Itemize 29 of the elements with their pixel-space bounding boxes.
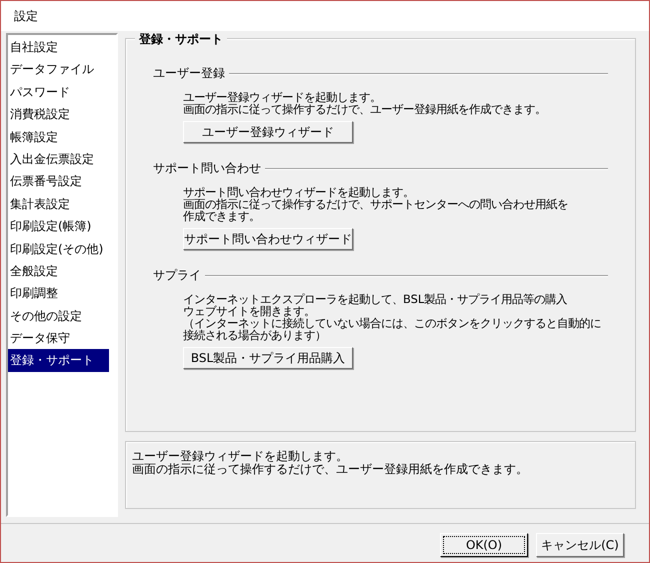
window-title: 設定 xyxy=(14,8,38,24)
dialog-button[interactable]: キャンセル(C) xyxy=(536,533,624,557)
sidebar-item[interactable]: 自社設定 xyxy=(8,36,109,58)
sidebar-item[interactable]: 入出金伝票設定 xyxy=(8,148,109,170)
sidebar-item[interactable]: 印刷設定(帳簿) xyxy=(8,215,109,238)
help-text: ユーザー登録ウィザードを起動します。 画面の指示に従って操作するだけで、ユーザー登録用紙を作成できます。 xyxy=(132,450,529,476)
section-description: ユーザー登録ウィザードを起動します。 画面の指示に従って操作するだけで、ユーザー登録用紙を作成できます。 xyxy=(183,91,547,115)
section-heading: サプライ xyxy=(153,267,201,284)
wizard-button[interactable]: ユーザー登録ウィザード xyxy=(183,121,353,143)
section-description: サポート問い合わせウィザードを起動します。 画面の指示に従って操作するだけで、サポートセンターへの問い合わせ用紙を 作成できます。 xyxy=(183,186,569,222)
group-title: 登録・サポート xyxy=(135,31,227,48)
wizard-button[interactable]: サポート問い合わせウィザード xyxy=(183,228,353,250)
section-heading: ユーザー登録 xyxy=(153,65,225,82)
sidebar-item[interactable]: 帳簿設定 xyxy=(8,126,109,148)
dialog-button[interactable]: OK(O) xyxy=(440,533,528,557)
sidebar-item[interactable]: 集計表設定 xyxy=(8,192,109,216)
sidebar-item[interactable]: データ保守 xyxy=(8,327,109,350)
sidebar-item[interactable]: 全般設定 xyxy=(8,260,109,282)
sidebar-item[interactable]: 消費税設定 xyxy=(8,103,109,126)
section-heading: サポート問い合わせ xyxy=(153,160,261,177)
sidebar-item[interactable]: パスワード xyxy=(8,80,109,104)
sidebar-item[interactable]: 印刷調整 xyxy=(8,282,109,305)
section-description: インターネットエクスプローラを起動して、BSL製品・サプライ用品等の購入 ウェブサイトを開きます。 （インターネットに接続していない場合には、このボタンをクリックすると自動的に 接続される場合があります） xyxy=(183,293,602,341)
sidebar-item[interactable]: その他の設定 xyxy=(8,304,109,328)
sidebar-item[interactable]: データファイル xyxy=(8,58,109,81)
sidebar-item[interactable]: 印刷設定(その他) xyxy=(8,238,109,260)
wizard-button[interactable]: BSL製品・サプライ用品購入 xyxy=(183,347,353,369)
sidebar-item[interactable]: 登録・サポート xyxy=(8,349,109,372)
sidebar-item[interactable]: 伝票番号設定 xyxy=(8,170,109,193)
